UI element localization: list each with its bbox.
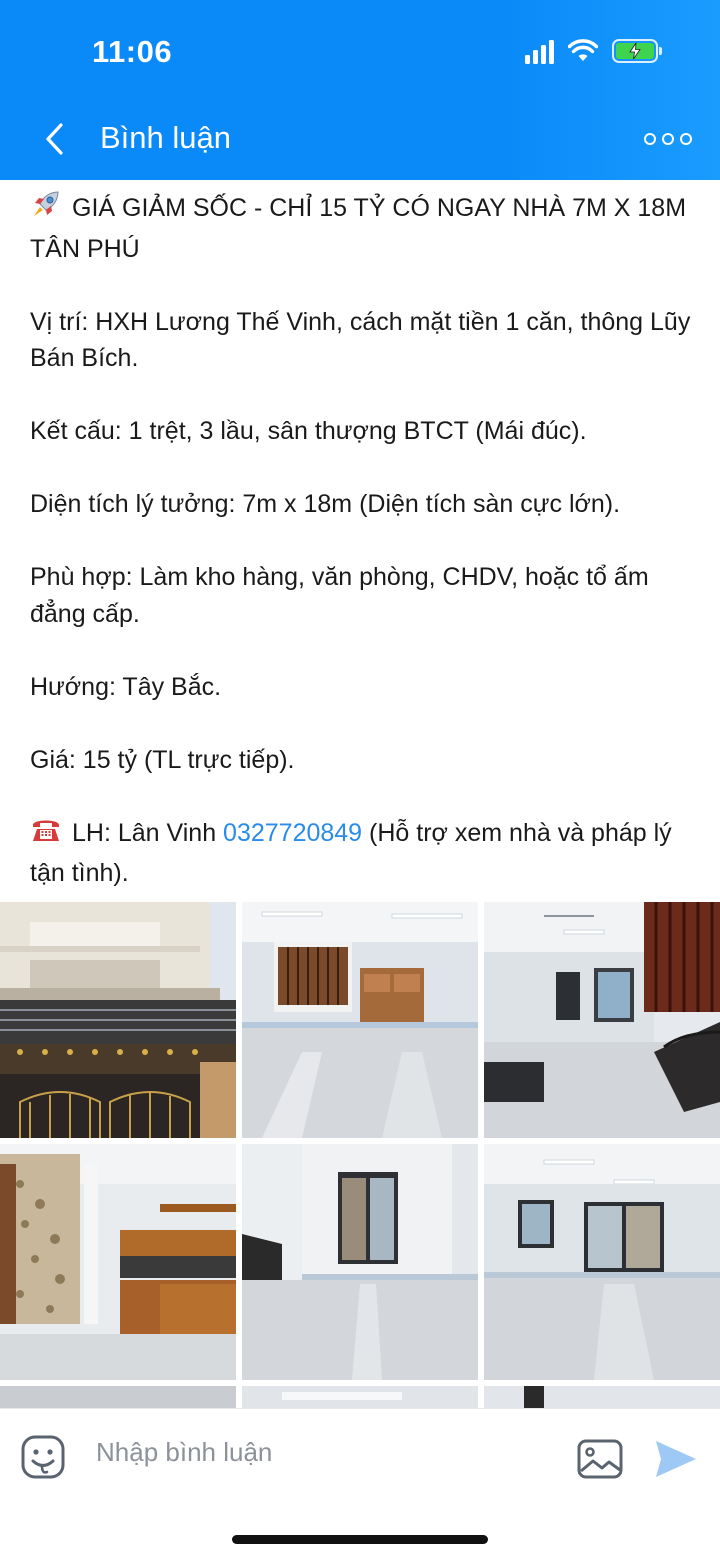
smiley-icon bbox=[21, 1435, 65, 1479]
rocket-icon bbox=[30, 188, 64, 231]
comment-input[interactable]: Nhập bình luận bbox=[96, 1437, 272, 1468]
more-icon bbox=[644, 133, 656, 145]
image-icon bbox=[577, 1439, 623, 1479]
ground-floor-stairs-photo bbox=[242, 902, 478, 1138]
cellular-signal-icon bbox=[525, 38, 554, 64]
phone-link[interactable]: 0327720849 bbox=[223, 819, 362, 847]
send-icon bbox=[656, 1441, 696, 1477]
photo-thumbnail[interactable] bbox=[0, 1144, 236, 1380]
post-location: Vị trí: HXH Lương Thế Vinh, cách mặt tiề… bbox=[30, 307, 691, 373]
post-content: GIÁ GIẢM SỐC - CHỈ 15 TỶ CÓ NGAY NHÀ 7M … bbox=[30, 188, 700, 892]
header: 11:06 Bình luận bbox=[0, 0, 720, 180]
telephone-icon bbox=[30, 815, 64, 856]
kitchen-cabinet-photo bbox=[0, 1144, 236, 1380]
post-contact: LH: Lân Vinh 0327720849 (Hỗ trợ xem nhà … bbox=[30, 815, 700, 892]
wifi-icon bbox=[568, 39, 598, 61]
battery-icon bbox=[612, 39, 662, 63]
emoji-button[interactable] bbox=[20, 1434, 66, 1480]
status-icons bbox=[525, 38, 662, 64]
post-direction: Hướng: Tây Bắc. bbox=[30, 672, 222, 701]
house-facade-photo bbox=[0, 902, 236, 1138]
post-structure: Kết cấu: 1 trệt, 3 lầu, sân thượng BTCT … bbox=[30, 417, 587, 445]
photo-thumbnail[interactable] bbox=[242, 902, 478, 1138]
chevron-left-icon bbox=[46, 123, 63, 155]
photo-thumbnail[interactable] bbox=[0, 902, 236, 1138]
hall-stairs-photo bbox=[484, 902, 720, 1138]
photo-grid bbox=[0, 902, 720, 1408]
home-indicator bbox=[232, 1535, 488, 1544]
photo-thumbnail[interactable] bbox=[484, 1386, 720, 1408]
status-time: 11:06 bbox=[92, 34, 173, 69]
send-button[interactable] bbox=[654, 1439, 698, 1483]
photo-thumbnail[interactable] bbox=[0, 1386, 236, 1408]
post-price: Giá: 15 tỷ (TL trực tiếp). bbox=[30, 745, 295, 774]
photo-thumbnail[interactable] bbox=[484, 1144, 720, 1380]
room-door-photo bbox=[242, 1144, 478, 1380]
room-windows-photo bbox=[484, 1144, 720, 1380]
photo-thumbnail[interactable] bbox=[242, 1386, 478, 1408]
attach-image-button[interactable] bbox=[576, 1437, 624, 1481]
back-button[interactable] bbox=[34, 116, 74, 162]
post-suitable: Phù hợp: Làm kho hàng, văn phòng, CHDV, … bbox=[30, 563, 649, 628]
post-headline: GIÁ GIẢM SỐC - CHỈ 15 TỶ CÓ NGAY NHÀ 7M … bbox=[30, 188, 700, 267]
more-button[interactable] bbox=[644, 124, 692, 154]
comment-bar: Nhập bình luận bbox=[0, 1408, 720, 1560]
photo-thumbnail[interactable] bbox=[484, 902, 720, 1138]
photo-thumbnail[interactable] bbox=[242, 1144, 478, 1380]
charging-bolt-icon bbox=[629, 43, 641, 59]
post-area: Diện tích lý tưởng: 7m x 18m (Diện tích … bbox=[30, 490, 621, 518]
page-title: Bình luận bbox=[100, 120, 231, 155]
